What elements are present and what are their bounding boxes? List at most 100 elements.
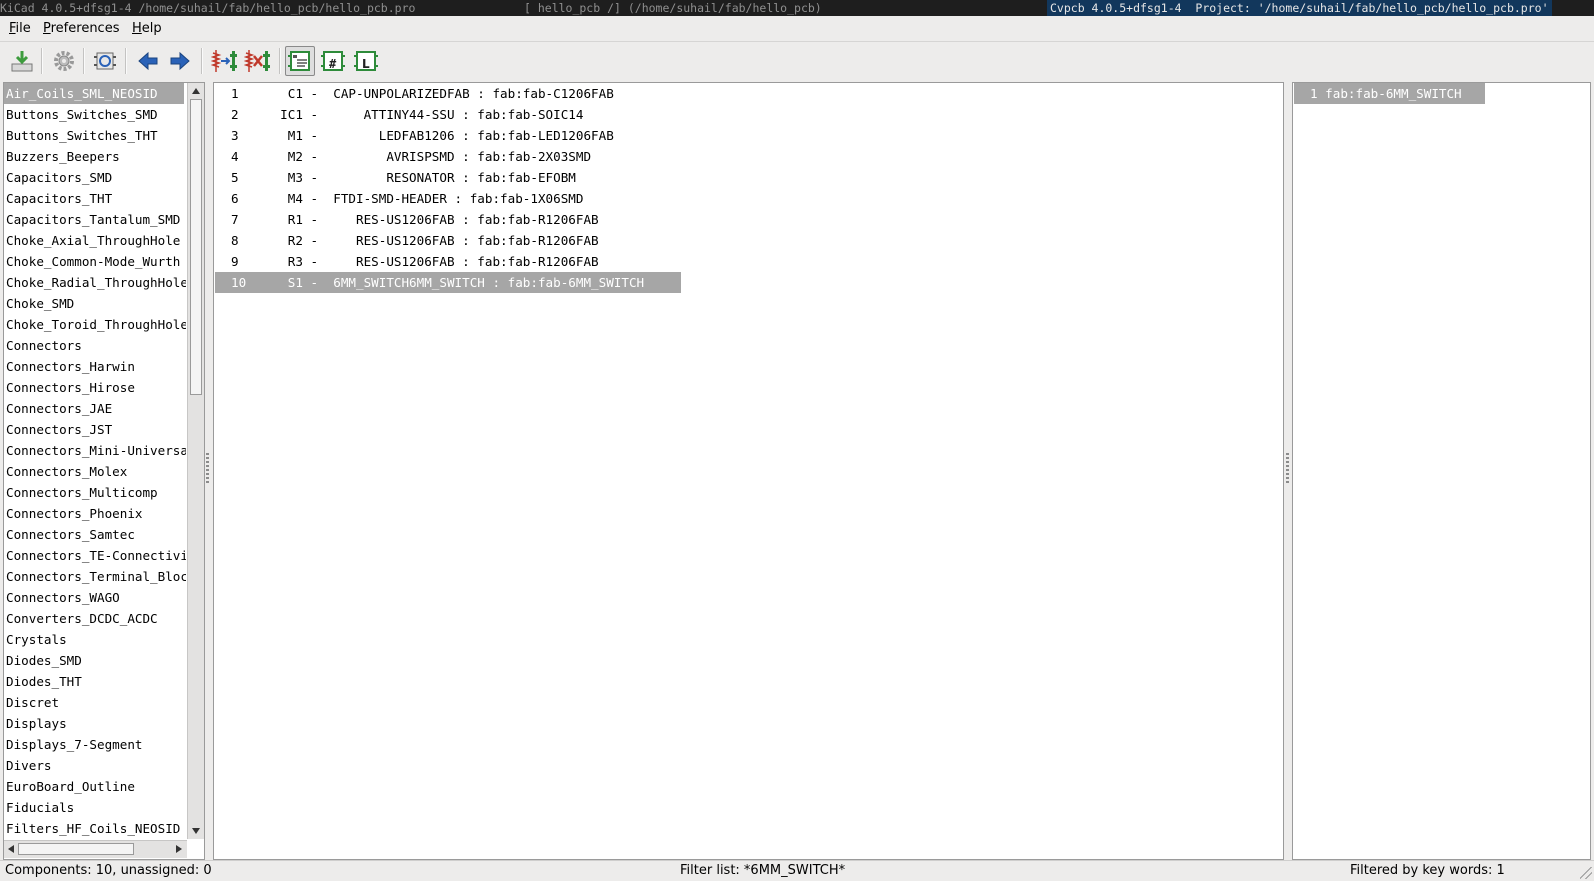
library-list-item[interactable]: Displays: [4, 713, 186, 734]
library-list-item[interactable]: Choke_Toroid_ThroughHole: [4, 314, 186, 335]
save-button[interactable]: [7, 46, 37, 76]
library-list-item[interactable]: Choke_Common-Mode_Wurth: [4, 251, 186, 272]
component-index: 4: [231, 149, 239, 164]
library-list-item[interactable]: Connectors_Multicomp: [4, 482, 186, 503]
library-list-item[interactable]: Buttons_Switches_SMD: [4, 104, 186, 125]
library-list-item[interactable]: Connectors_Hirose: [4, 377, 186, 398]
view-footprint-button[interactable]: [90, 46, 120, 76]
library-list-item[interactable]: Displays_7-Segment: [4, 734, 186, 755]
eeschema-window-title[interactable]: [ hello_pcb /] (/home/suhail/fab/hello_p…: [524, 0, 822, 16]
library-list-item[interactable]: Crystals: [4, 629, 186, 650]
filter-library-icon: L: [354, 51, 378, 71]
splitter-handle[interactable]: [1286, 453, 1289, 487]
menu-preferences[interactable]: Preferences: [43, 21, 119, 36]
filter-library-button[interactable]: L: [351, 46, 381, 76]
component-assignment: C1 - CAP-UNPOLARIZEDFAB : fab:fab-C1206F…: [265, 86, 614, 101]
library-list-items[interactable]: Air_Coils_SML_NEOSID Buttons_Switches_SMD…: [4, 83, 186, 839]
kicad-window-title[interactable]: KiCad 4.0.5+dfsg1-4 /home/suhail/fab/hel…: [0, 0, 415, 16]
resize-grip-icon[interactable]: [1580, 867, 1592, 879]
delete-associations-button[interactable]: [243, 46, 273, 76]
library-list-item[interactable]: Connectors_Harwin: [4, 356, 186, 377]
component-row[interactable]: 3 M1 - LEDFAB1206 : fab:fab-LED1206FAB: [215, 125, 681, 146]
previous-icon: [138, 51, 158, 71]
toolbar-separator: [41, 48, 43, 74]
previous-button[interactable]: [133, 46, 163, 76]
scroll-left-icon[interactable]: [8, 845, 14, 853]
delete-associations-icon: [244, 50, 270, 72]
library-vertical-scrollbar[interactable]: [187, 83, 204, 839]
library-list-item[interactable]: EuroBoard_Outline: [4, 776, 186, 797]
library-list-item[interactable]: Diodes_THT: [4, 671, 186, 692]
library-list-item[interactable]: Diodes_SMD: [4, 650, 186, 671]
library-list-item[interactable]: Choke_Radial_ThroughHole: [4, 272, 186, 293]
component-row[interactable]: 8 R2 - RES-US1206FAB : fab:fab-R1206FAB: [215, 230, 681, 251]
library-list-item[interactable]: Connectors_Phoenix: [4, 503, 186, 524]
library-list-item[interactable]: Filters_HF_Coils_NEOSID: [4, 818, 186, 839]
scroll-thumb[interactable]: [190, 99, 202, 395]
toolbar-separator: [125, 48, 127, 74]
library-list-item[interactable]: Air_Coils_SML_NEOSID: [4, 83, 184, 104]
library-list-item[interactable]: Converters_DCDC_ACDC: [4, 608, 186, 629]
menu-file[interactable]: File: [9, 21, 31, 36]
component-row[interactable]: 10 S1 - 6MM_SWITCH6MM_SWITCH : fab:fab-6…: [215, 272, 681, 293]
scroll-up-icon[interactable]: [192, 88, 200, 94]
library-list-item[interactable]: Discret: [4, 692, 186, 713]
filter-keywords-icon: [288, 51, 310, 71]
component-assignment: M3 - RESONATOR : fab:fab-EFOBM: [265, 170, 576, 185]
component-row[interactable]: 6 M4 - FTDI-SMD-HEADER : fab:fab-1X06SMD: [215, 188, 681, 209]
component-assignment: R1 - RES-US1206FAB : fab:fab-R1206FAB: [265, 212, 599, 227]
component-row[interactable]: 7 R1 - RES-US1206FAB : fab:fab-R1206FAB: [215, 209, 681, 230]
library-list-item[interactable]: Connectors_JAE: [4, 398, 186, 419]
auto-associate-button[interactable]: [210, 46, 240, 76]
library-list-item[interactable]: Connectors_Molex: [4, 461, 186, 482]
svg-text:#: #: [329, 57, 337, 71]
main-toolbar: # L: [0, 42, 1594, 80]
library-list-item[interactable]: Choke_Axial_ThroughHole: [4, 230, 186, 251]
component-assignment: S1 - 6MM_SWITCH6MM_SWITCH : fab:fab-6MM_…: [265, 275, 645, 290]
component-row[interactable]: 4 M2 - AVRISPSMD : fab:fab-2X03SMD: [215, 146, 681, 167]
library-list-item[interactable]: Connectors: [4, 335, 186, 356]
splitter-handle[interactable]: [206, 453, 209, 487]
save-icon: [11, 51, 33, 72]
component-list[interactable]: 1 C1 - CAP-UNPOLARIZEDFAB : fab:fab-C120…: [213, 82, 1284, 860]
component-row[interactable]: 1 C1 - CAP-UNPOLARIZEDFAB : fab:fab-C120…: [215, 83, 681, 104]
component-row[interactable]: 9 R3 - RES-US1206FAB : fab:fab-R1206FAB: [215, 251, 681, 272]
library-list-item[interactable]: Capacitors_SMD: [4, 167, 186, 188]
component-index: 9: [231, 254, 239, 269]
library-list-item[interactable]: Connectors_WAGO: [4, 587, 186, 608]
library-horizontal-scrollbar[interactable]: [4, 840, 187, 858]
library-list-item[interactable]: Connectors_JST: [4, 419, 186, 440]
component-row[interactable]: 2 IC1 - ATTINY44-SSU : fab:fab-SOIC14: [215, 104, 681, 125]
footprint-list[interactable]: 1 fab:fab-6MM_SWITCH: [1292, 82, 1591, 860]
menu-help[interactable]: Help: [132, 21, 162, 36]
library-list-item[interactable]: Choke_SMD: [4, 293, 186, 314]
filter-keywords-button[interactable]: [285, 46, 315, 76]
library-list-item[interactable]: Connectors_Terminal_Blocks: [4, 566, 186, 587]
status-filter-list: Filter list: *6MM_SWITCH*: [680, 863, 846, 878]
scroll-thumb[interactable]: [18, 843, 134, 855]
library-list-item[interactable]: Buttons_Switches_THT: [4, 125, 186, 146]
component-index: 5: [231, 170, 239, 185]
library-list-item[interactable]: Connectors_Mini-Universal: [4, 440, 186, 461]
library-list-item[interactable]: Capacitors_THT: [4, 188, 186, 209]
scroll-down-icon[interactable]: [192, 828, 200, 834]
library-list-item[interactable]: Connectors_TE-Connectivity: [4, 545, 186, 566]
component-assignment: M2 - AVRISPSMD : fab:fab-2X03SMD: [265, 149, 592, 164]
status-components: Components: 10, unassigned: 0: [5, 863, 212, 878]
next-button[interactable]: [165, 46, 195, 76]
library-list-item[interactable]: Connectors_Samtec: [4, 524, 186, 545]
settings-button[interactable]: [49, 46, 79, 76]
component-index: 10: [231, 275, 247, 290]
window-title-bar: KiCad 4.0.5+dfsg1-4 /home/suhail/fab/hel…: [0, 0, 1594, 16]
library-list-item[interactable]: Capacitors_Tantalum_SMD: [4, 209, 186, 230]
scroll-right-icon[interactable]: [176, 845, 182, 853]
library-list-item[interactable]: Divers: [4, 755, 186, 776]
footprint-list-item[interactable]: 1 fab:fab-6MM_SWITCH: [1294, 83, 1485, 104]
component-row[interactable]: 5 M3 - RESONATOR : fab:fab-EFOBM: [215, 167, 681, 188]
footprint-library-list[interactable]: Air_Coils_SML_NEOSID Buttons_Switches_SMD…: [3, 82, 205, 860]
cvpcb-window-title[interactable]: Cvpcb 4.0.5+dfsg1-4 Project: '/home/suha…: [1047, 0, 1552, 16]
filter-pin-count-button[interactable]: #: [318, 46, 348, 76]
library-list-item[interactable]: Buzzers_Beepers: [4, 146, 186, 167]
library-list-item[interactable]: Fiducials: [4, 797, 186, 818]
filter-pin-count-icon: #: [321, 51, 345, 71]
